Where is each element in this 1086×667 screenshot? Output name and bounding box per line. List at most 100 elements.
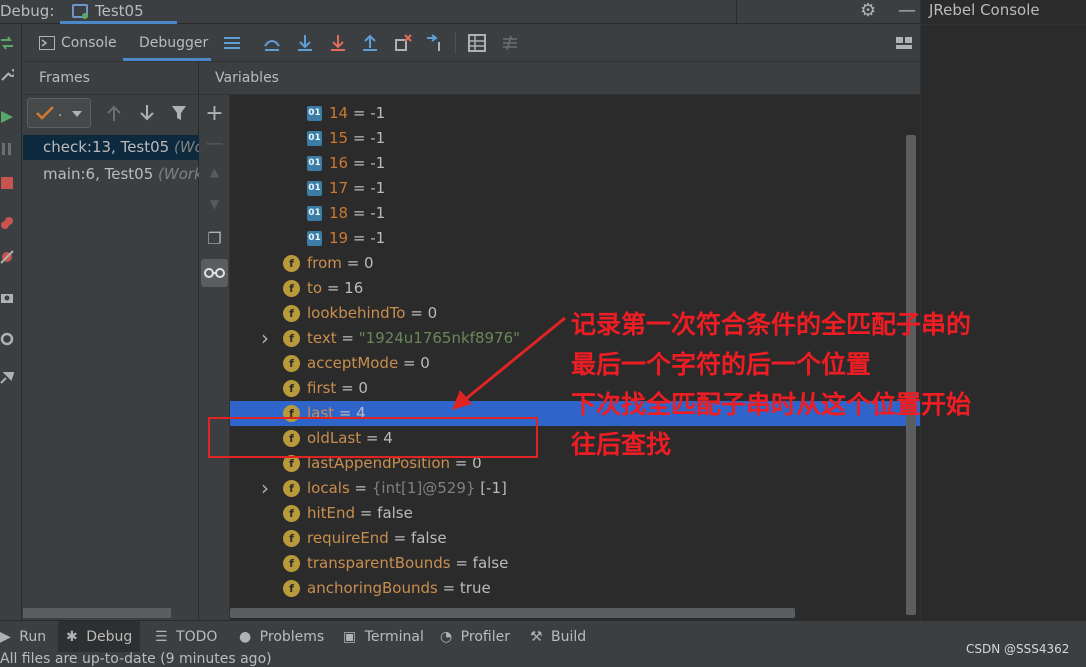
show-watches-button[interactable] xyxy=(201,259,228,287)
variables-header: Variables xyxy=(199,62,920,95)
step-out-icon[interactable] xyxy=(361,34,379,52)
divider xyxy=(736,0,737,24)
thread-select-value: . xyxy=(58,104,63,120)
restore-layout-icon[interactable] xyxy=(895,34,913,52)
annotation-arrow xyxy=(452,316,566,410)
variable-value: -1 xyxy=(370,129,386,147)
divider xyxy=(455,32,456,54)
profiler-tool-label: Profiler xyxy=(460,629,510,645)
step-into-icon[interactable] xyxy=(329,34,347,52)
variable-text: 14 = -1 xyxy=(329,101,385,126)
array-element-row[interactable]: 01 19 = -1 xyxy=(230,226,920,251)
jrebel-console-title[interactable]: JRebel Console xyxy=(929,1,1040,19)
frame-item[interactable]: main:6, Test05 (Work xyxy=(23,162,199,187)
arrow-up-icon[interactable] xyxy=(107,105,121,121)
field-row[interactable]: f requireEnd = false xyxy=(230,526,920,551)
debug-tool-label: Debug xyxy=(86,629,133,645)
build-tool-button[interactable]: ⚒ Build xyxy=(530,621,586,653)
array-element-row[interactable]: 01 17 = -1 xyxy=(230,176,920,201)
run-tool-button[interactable]: ▶ Run xyxy=(0,621,46,653)
variable-text: transparentBounds = false xyxy=(307,551,508,576)
field-row[interactable]: f hitEnd = false xyxy=(230,501,920,526)
chevron-right-icon[interactable]: › xyxy=(261,326,269,351)
variable-name: anchoringBounds xyxy=(307,579,438,597)
variable-text: anchoringBounds = true xyxy=(307,576,491,601)
settings-icon[interactable] xyxy=(0,332,14,346)
resume-icon[interactable] xyxy=(0,110,14,124)
trace-icon[interactable] xyxy=(501,34,519,52)
thread-select[interactable]: . xyxy=(27,98,91,128)
array-element-icon: 01 xyxy=(307,206,322,221)
profiler-tool-button[interactable]: ◔ Profiler xyxy=(440,621,510,653)
array-element-row[interactable]: 01 16 = -1 xyxy=(230,151,920,176)
array-element-row[interactable]: 01 15 = -1 xyxy=(230,126,920,151)
variable-name: 15 xyxy=(329,129,349,147)
variable-name: to xyxy=(307,279,323,297)
drop-frame-icon[interactable] xyxy=(394,34,412,52)
profiler-icon: ◔ xyxy=(440,629,453,645)
variable-text: 19 = -1 xyxy=(329,226,385,251)
chevron-right-icon[interactable]: › xyxy=(261,476,269,501)
wrench-icon[interactable] xyxy=(0,68,14,82)
annotation-line: 记录第一次符合条件的全匹配子串的 xyxy=(571,310,972,339)
variable-text: hitEnd = false xyxy=(307,501,413,526)
variables-title: Variables xyxy=(215,70,279,86)
field-row[interactable]: › f locals = {int[1]@529} [-1] xyxy=(230,476,920,501)
variable-name: transparentBounds xyxy=(307,554,451,572)
frame-item[interactable]: check:13, Test05 (Wo xyxy=(23,135,199,160)
stop-icon[interactable] xyxy=(0,176,14,190)
layout-icon[interactable] xyxy=(223,34,241,52)
variable-value: -1 xyxy=(370,179,386,197)
frames-panel: Frames . check:13, Test05 (Wo main:6, Te… xyxy=(23,62,199,620)
variable-type: {int[1]@529} xyxy=(371,479,476,497)
variable-text: 16 = -1 xyxy=(329,151,385,176)
field-row[interactable]: f transparentBounds = false xyxy=(230,551,920,576)
run-to-cursor-icon[interactable] xyxy=(426,34,444,52)
remove-watch-icon[interactable]: — xyxy=(199,133,230,154)
variable-value: -1 xyxy=(370,104,386,122)
show-execution-point-icon[interactable] xyxy=(263,34,281,52)
field-icon: f xyxy=(283,255,300,272)
frames-header: Frames xyxy=(23,62,199,95)
copy-icon[interactable]: ❐ xyxy=(199,229,230,248)
field-icon: f xyxy=(283,530,300,547)
view-breakpoints-icon[interactable] xyxy=(0,216,14,230)
move-up-icon[interactable]: ▲ xyxy=(199,165,230,179)
tab-console[interactable]: Console xyxy=(39,24,119,61)
evaluate-expression-icon[interactable] xyxy=(468,34,486,52)
arrow-down-icon[interactable] xyxy=(140,105,154,121)
rerun-icon[interactable] xyxy=(0,36,14,50)
problems-tool-button[interactable]: ● Problems xyxy=(239,621,324,653)
chevron-down-icon xyxy=(72,111,82,117)
field-row[interactable]: f from = 0 xyxy=(230,251,920,276)
step-over-icon[interactable] xyxy=(296,34,314,52)
pin-icon[interactable] xyxy=(0,370,14,384)
array-element-row[interactable]: 01 18 = -1 xyxy=(230,201,920,226)
filter-icon[interactable] xyxy=(171,105,187,121)
equals-sign: = xyxy=(348,229,371,247)
horizontal-scrollbar[interactable] xyxy=(230,608,795,618)
terminal-tool-button[interactable]: ▣ Terminal xyxy=(343,621,424,653)
move-down-icon[interactable]: ▼ xyxy=(199,197,230,211)
debug-tool-button[interactable]: ✱ Debug xyxy=(58,621,141,653)
debug-side-toolbar xyxy=(0,24,22,620)
pause-icon[interactable] xyxy=(0,142,14,156)
field-icon: f xyxy=(283,305,300,322)
todo-tool-button[interactable]: ☰ TODO xyxy=(155,621,217,653)
variables-side-toolbar: + — ▲ ▼ ❐ xyxy=(199,95,230,620)
equals-sign: = xyxy=(322,279,345,297)
run-config-tab[interactable]: Test05 xyxy=(60,0,177,24)
array-element-row[interactable]: 01 14 = -1 xyxy=(230,101,920,126)
field-row[interactable]: f anchoringBounds = true xyxy=(230,576,920,601)
camera-icon[interactable] xyxy=(0,290,14,304)
mute-breakpoints-icon[interactable] xyxy=(0,250,14,264)
annotation-line: 往后查找 xyxy=(571,430,672,459)
minimize-icon[interactable]: — xyxy=(898,0,916,21)
field-row[interactable]: f to = 16 xyxy=(230,276,920,301)
gear-icon[interactable]: ⚙ xyxy=(860,0,876,21)
tab-debugger[interactable]: Debugger xyxy=(123,24,211,61)
horizontal-scrollbar[interactable] xyxy=(23,608,171,618)
variable-name: 18 xyxy=(329,204,349,222)
variable-name: 16 xyxy=(329,154,349,172)
add-watch-icon[interactable]: + xyxy=(199,101,230,126)
